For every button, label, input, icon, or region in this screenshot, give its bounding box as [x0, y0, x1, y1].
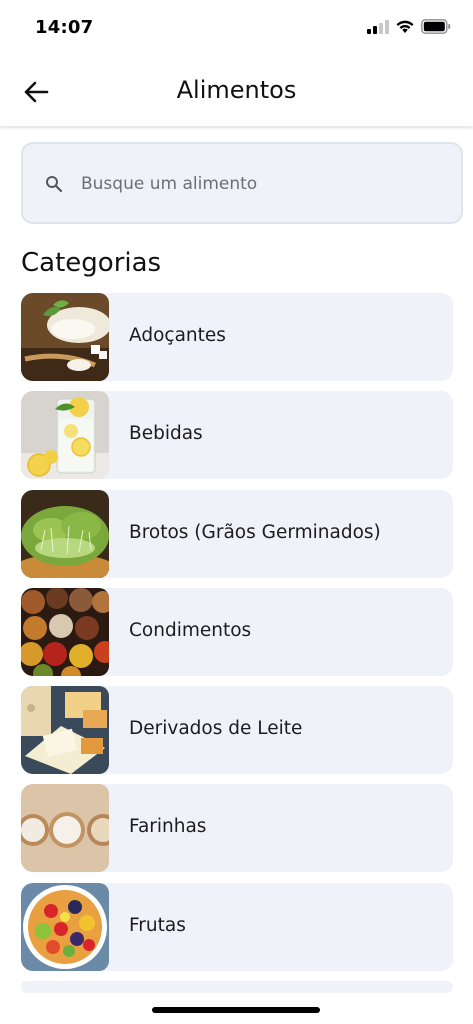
spices-photo	[21, 587, 109, 676]
category-item-brotos[interactable]: Brotos (Grãos Germinados)	[21, 489, 453, 578]
category-label: Frutas	[129, 914, 186, 936]
category-item-bebidas[interactable]: Bebidas	[21, 391, 453, 480]
category-list: Adoçantes Bebidas Brotos (Grãos Germinad…	[21, 293, 453, 1003]
category-label: Derivados de Leite	[129, 718, 303, 740]
category-label: Farinhas	[129, 816, 207, 838]
sprouts-photo	[21, 489, 109, 578]
category-label: Adoçantes	[129, 325, 226, 346]
category-item-farinhas[interactable]: Farinhas	[21, 784, 453, 873]
status-icons	[367, 19, 451, 34]
category-item-derivados-de-leite[interactable]: Derivados de Leite	[21, 686, 453, 775]
fruits-photo	[21, 882, 109, 971]
wifi-icon	[396, 20, 414, 33]
navigation-bar: Alimentos	[0, 56, 473, 126]
page-title: Alimentos	[176, 76, 297, 104]
cellular-signal-icon	[367, 19, 389, 34]
status-time: 14:07	[35, 17, 94, 38]
dairy-photo	[21, 686, 109, 775]
category-label: Condimentos	[129, 619, 252, 641]
section-title: Categorias	[21, 248, 162, 278]
search-input[interactable]	[81, 164, 441, 204]
category-item-partial[interactable]	[21, 981, 453, 994]
category-item-frutas[interactable]: Frutas	[21, 882, 453, 971]
search-icon	[46, 176, 63, 193]
sweeteners-photo	[21, 293, 109, 381]
category-label: Bebidas	[129, 423, 203, 445]
home-indicator	[152, 1007, 320, 1013]
category-label: Brotos (Grãos Germinados)	[129, 521, 381, 543]
drinks-photo	[21, 391, 109, 480]
status-bar: 14:07	[0, 0, 473, 56]
search-box[interactable]	[21, 142, 463, 224]
battery-icon	[421, 19, 451, 34]
flours-photo	[21, 784, 109, 873]
category-item-condimentos[interactable]: Condimentos	[21, 587, 453, 676]
category-item-adocantes[interactable]: Adoçantes	[21, 293, 453, 381]
